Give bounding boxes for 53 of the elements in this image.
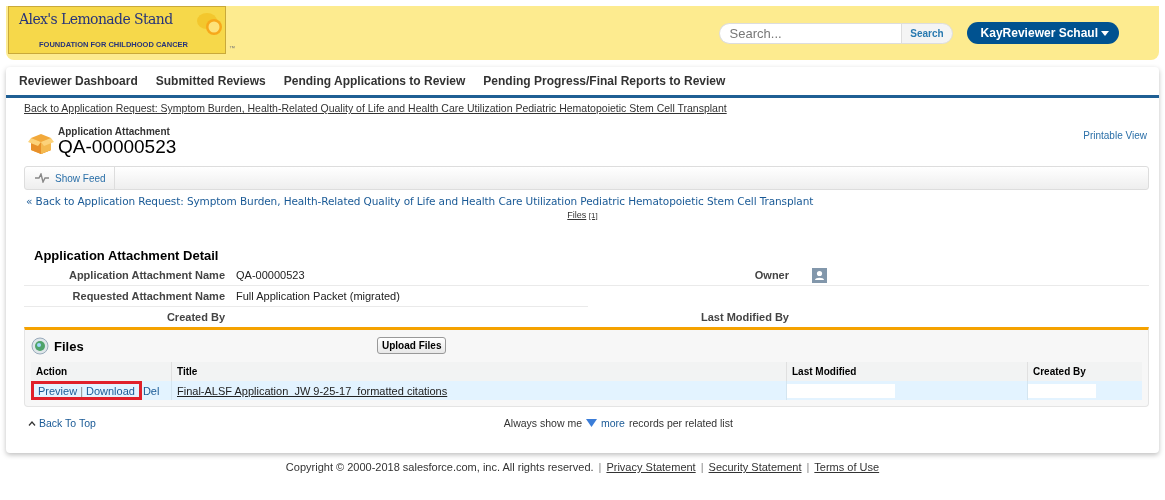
separator: | [806, 461, 810, 473]
download-link[interactable]: Download [86, 384, 135, 397]
related-list-link[interactable]: Files [567, 210, 587, 220]
logo-title: Alex's Lemonade Stand [19, 11, 173, 27]
search-button[interactable]: Search [901, 22, 953, 44]
record-type: Application Attachment [58, 126, 171, 137]
caret-icon [1101, 30, 1109, 36]
nav-tab[interactable]: Submitted Reviews [155, 72, 266, 90]
back-link[interactable]: Back to Application Request: Symptom Burden, Health-Related Quality of Life and Health Care Utilization Pediatric Hematopoietic Stem Cell Transplant [24, 102, 1159, 114]
dropdown-triangle-icon[interactable] [586, 419, 598, 427]
column-header: Created By [1027, 362, 1142, 381]
upload-files-button[interactable]: Upload Files [377, 337, 447, 354]
field-label: Created By [166, 311, 225, 323]
nav-tab[interactable]: Reviewer Dashboard [19, 72, 138, 90]
section-title: Files [54, 338, 84, 354]
separator: | [700, 461, 704, 473]
user-menu-button[interactable]: KayReviewer Schaul [966, 22, 1119, 44]
nav-tab[interactable]: Pending Applications to Review [283, 72, 466, 90]
show-feed-button[interactable]: Show Feed [25, 167, 115, 189]
footer-link[interactable]: Terms of Use [814, 461, 880, 473]
footer-link[interactable]: Privacy Statement [606, 461, 696, 473]
preference-text: Always show me [503, 417, 583, 429]
search-field[interactable]: Search... [718, 22, 902, 44]
separator: | [80, 384, 83, 397]
preference-text: records per related list [628, 417, 733, 429]
files-icon [31, 337, 49, 355]
chevron-up-icon [28, 420, 36, 426]
field-label: Owner [754, 269, 789, 281]
lemon-icon [195, 11, 223, 37]
preview-link[interactable]: Preview [38, 384, 78, 397]
record-name: QA-00000523 [58, 137, 177, 156]
field-label: Last Modified By [701, 311, 789, 323]
column-header: Title [171, 362, 787, 381]
field-label: Application Attachment Name [68, 269, 225, 281]
section-title: Application Attachment Detail [34, 248, 220, 263]
field-value: Full Application Packet (migrated) [236, 290, 400, 302]
related-list-count[interactable]: [1] [588, 211, 598, 220]
more-link[interactable]: more [601, 417, 625, 429]
back-to-top-link[interactable]: Back To Top [28, 417, 96, 429]
column-header: Last Modified [786, 362, 1028, 381]
redacted-field [1028, 383, 1096, 398]
field-value: QA-00000523 [236, 269, 305, 281]
separator: | [598, 461, 602, 473]
delete-link[interactable]: Del [142, 384, 160, 397]
nav-tab[interactable]: Pending Progress/Final Reports to Review [483, 72, 726, 90]
footer-link[interactable]: Security Statement [708, 461, 802, 473]
printable-view-link[interactable]: Printable View [1083, 130, 1147, 141]
pulse-icon [35, 173, 49, 183]
avatar-icon [812, 267, 827, 283]
column-header: Action [31, 362, 172, 381]
field-label: Requested Attachment Name [72, 290, 225, 302]
copyright-text: Copyright © 2000-2018 salesforce.com, inc. All rights reserved. [285, 461, 594, 473]
back-link[interactable]: « Back to Application Request: Symptom Burden, Health-Related Quality of Life and Health Care Utilization Pediatric Hematopoietic Stem Cell Transplant [26, 195, 1159, 207]
